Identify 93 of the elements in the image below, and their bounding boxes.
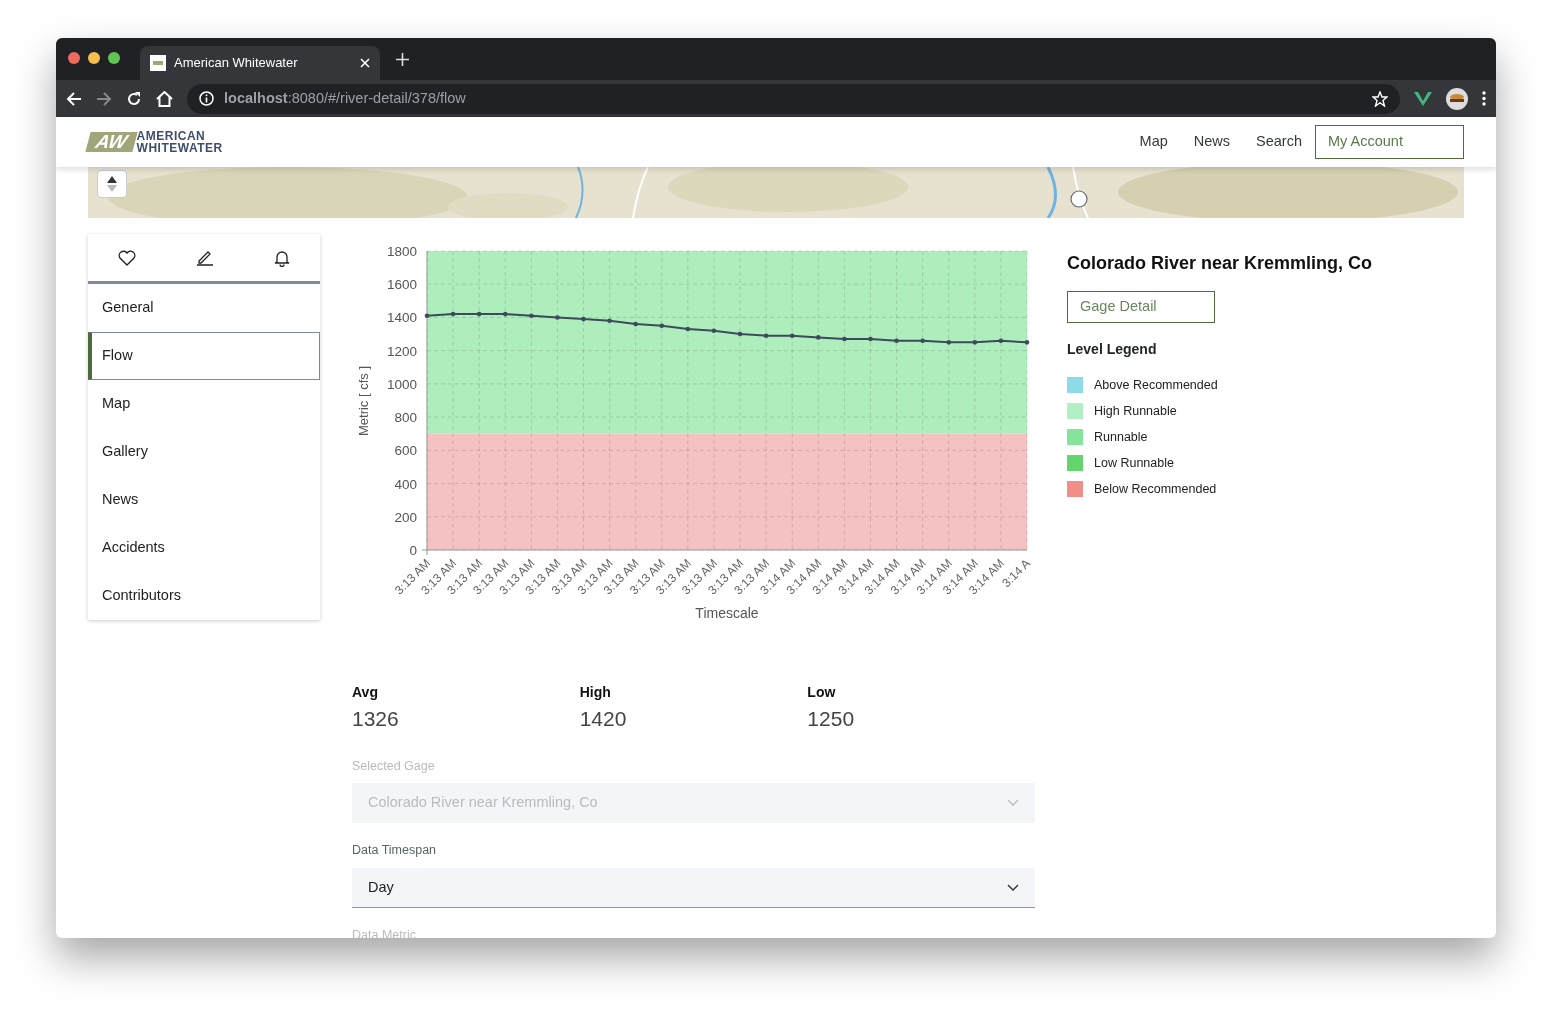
gage-title: Colorado River near Kremmling, Co xyxy=(1067,252,1374,275)
gage-detail-button[interactable]: Gage Detail xyxy=(1067,291,1215,323)
data-point xyxy=(502,311,508,317)
data-point xyxy=(998,338,1004,343)
stat-value: 1250 xyxy=(807,706,856,732)
zoom-window-button[interactable] xyxy=(108,52,120,64)
data-point xyxy=(789,333,795,338)
new-tab-icon[interactable] xyxy=(396,52,409,66)
y-tick-label: 800 xyxy=(394,410,417,426)
url-text: localhost:8080/#/river-detail/378/flow xyxy=(224,88,467,108)
nav-link[interactable]: Search xyxy=(1256,131,1302,153)
forward-button[interactable] xyxy=(96,90,112,107)
sidebar-item[interactable]: Contributors xyxy=(88,572,320,620)
browser-tab[interactable]: American Whitewater xyxy=(140,46,380,80)
y-tick-label: 1200 xyxy=(386,343,417,359)
reload-button[interactable] xyxy=(126,90,142,107)
data-point xyxy=(581,316,586,322)
data-point xyxy=(424,313,430,319)
data-point xyxy=(763,333,769,338)
close-icon[interactable] xyxy=(360,58,370,68)
select-field: Colorado River near Kremmling, Co xyxy=(352,783,1035,824)
y-tick-label: 1600 xyxy=(386,277,417,293)
y-tick-label: 0 xyxy=(409,543,417,558)
y-axis-title: Metric [ cfs ] xyxy=(356,365,371,437)
x-axis-title: Timescale xyxy=(695,605,759,621)
data-point xyxy=(607,318,612,324)
legend-label: Above Recommended xyxy=(1094,376,1218,394)
legend-label: Low Runnable xyxy=(1094,454,1174,472)
sidebar-item[interactable]: Gallery xyxy=(88,428,320,476)
logo-text: AMERICAN xyxy=(136,130,207,142)
data-point xyxy=(555,315,560,320)
nav-link[interactable]: News xyxy=(1193,131,1231,153)
data-point xyxy=(685,326,691,332)
data-point xyxy=(450,311,456,317)
sidebar-item[interactable]: General xyxy=(88,284,320,332)
compass-icon xyxy=(107,176,117,192)
data-point xyxy=(633,321,638,327)
bell-icon[interactable] xyxy=(274,248,290,267)
field-label: Data Timespan xyxy=(352,842,438,860)
menu-icon[interactable] xyxy=(1482,91,1486,106)
account-button[interactable]: My Account xyxy=(1315,125,1464,159)
minimize-window-button[interactable] xyxy=(88,52,100,64)
data-point xyxy=(816,335,821,340)
data-point xyxy=(972,340,978,345)
address-bar[interactable]: localhost:8080/#/river-detail/378/flow xyxy=(187,83,1400,114)
avatar-icon[interactable] xyxy=(1446,87,1468,110)
sidebar-item[interactable]: News xyxy=(88,476,320,524)
sidebar-item[interactable]: Accidents xyxy=(88,524,320,572)
sidebar-item[interactable]: Flow xyxy=(88,332,320,380)
data-point xyxy=(894,338,899,343)
data-point xyxy=(946,340,952,345)
stat-label: Low xyxy=(807,683,837,702)
legend-label: High Runnable xyxy=(1094,402,1177,420)
legend-label: Below Recommended xyxy=(1094,480,1217,498)
favicon-icon xyxy=(150,55,166,71)
legend-label: Runnable xyxy=(1094,428,1148,446)
data-point xyxy=(529,313,534,319)
info-icon[interactable] xyxy=(199,91,214,106)
y-tick-label: 1400 xyxy=(386,310,417,326)
extension-icon[interactable] xyxy=(1414,91,1432,106)
stat-value: 1420 xyxy=(579,706,628,732)
heart-icon[interactable] xyxy=(118,249,136,266)
data-point xyxy=(659,323,665,329)
sidebar-item[interactable]: Map xyxy=(88,380,320,428)
chevron-down-icon xyxy=(1007,798,1019,807)
home-button[interactable] xyxy=(156,90,173,107)
compass-button[interactable] xyxy=(97,170,127,198)
tab-title: American Whitewater xyxy=(174,54,299,73)
y-tick-label: 400 xyxy=(394,476,417,492)
pencil-icon[interactable] xyxy=(196,249,214,266)
y-tick-label: 1000 xyxy=(386,376,417,392)
data-point xyxy=(737,331,743,337)
chevron-down-icon xyxy=(1007,883,1019,892)
y-tick-label: 1800 xyxy=(386,244,417,259)
select-field[interactable]: Day xyxy=(352,868,1035,908)
data-point xyxy=(868,336,873,342)
field-label: Selected Gage xyxy=(352,757,436,775)
data-point xyxy=(476,311,482,317)
stat-value: 1326 xyxy=(352,706,400,732)
data-point xyxy=(842,336,847,342)
nav-link[interactable]: Map xyxy=(1139,131,1168,153)
data-point xyxy=(1024,340,1030,345)
stat-label: Avg xyxy=(352,683,379,702)
y-tick-label: 600 xyxy=(394,443,417,459)
data-point xyxy=(920,338,925,343)
logo-text: WHITEWATER xyxy=(136,142,223,154)
stat-label: High xyxy=(579,683,612,702)
legend-title: Level Legend xyxy=(1067,340,1158,359)
back-button[interactable] xyxy=(66,90,82,107)
star-icon[interactable] xyxy=(1372,90,1388,107)
close-window-button[interactable] xyxy=(68,52,80,64)
data-point xyxy=(711,328,717,334)
y-tick-label: 200 xyxy=(394,509,417,525)
